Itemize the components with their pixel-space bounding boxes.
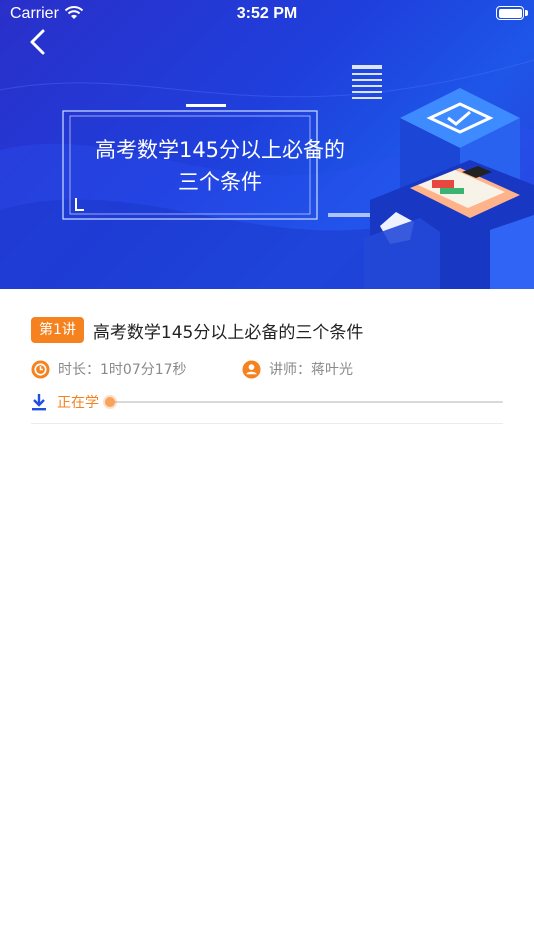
learning-status: 正在学 — [57, 395, 99, 411]
lesson-title[interactable]: 高考数学145分以上必备的三个条件 — [93, 318, 363, 343]
course-banner: Carrier 3:52 PM 高考数学145分以上必备的 三个条件 — [0, 0, 534, 289]
lesson-item[interactable]: 第1讲 高考数学145分以上必备的三个条件 时长：1时07分17秒 讲师：蒋叶光 — [31, 317, 503, 424]
progress-track — [105, 397, 503, 407]
user-icon — [242, 359, 261, 379]
status-time: 3:52 PM — [236, 5, 298, 22]
teacher-text: 讲师：蒋叶光 — [269, 362, 353, 378]
banner-title-line-1: 高考数学145分以上必备的 — [94, 138, 346, 162]
banner-title: 高考数学145分以上必备的 三个条件 — [75, 134, 365, 198]
duration-text: 时长：1时07分17秒 — [58, 362, 187, 378]
progress-indicator — [105, 397, 115, 407]
divider — [31, 423, 503, 424]
lesson-duration: 时长：1时07分17秒 — [31, 359, 187, 379]
battery-icon — [496, 6, 524, 20]
lesson-meta: 时长：1时07分17秒 讲师：蒋叶光 — [31, 359, 503, 381]
lesson-header: 第1讲 高考数学145分以上必备的三个条件 — [31, 317, 503, 343]
status-bar: Carrier 3:52 PM — [0, 0, 534, 28]
clock-icon — [31, 359, 50, 379]
lesson-teacher: 讲师：蒋叶光 — [242, 359, 353, 379]
lesson-number-badge: 第1讲 — [31, 317, 84, 343]
lesson-progress: 正在学 — [31, 391, 503, 413]
download-icon[interactable] — [31, 393, 47, 411]
banner-title-line-2: 三个条件 — [178, 170, 262, 194]
battery-cap — [525, 10, 528, 16]
back-button[interactable] — [22, 26, 54, 58]
chevron-left-icon — [30, 29, 45, 55]
